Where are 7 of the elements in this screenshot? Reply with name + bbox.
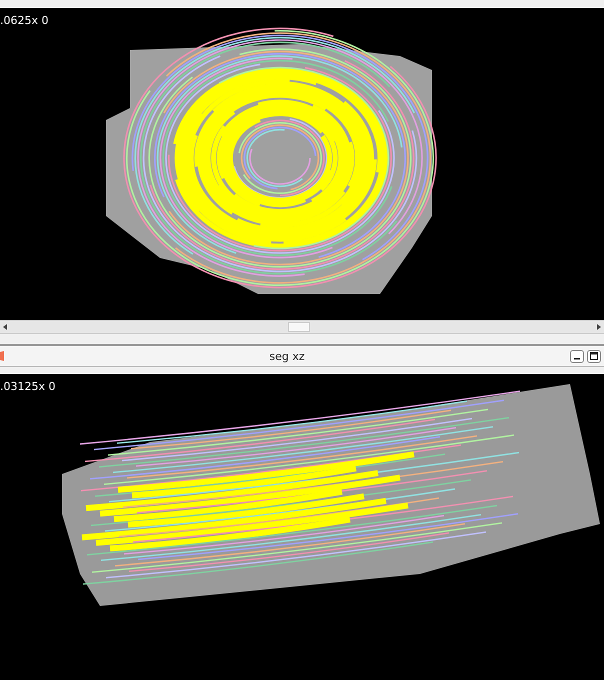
zoom-label: .0625x 0 <box>0 14 48 27</box>
maximize-icon <box>590 352 598 360</box>
window-title: seg xz <box>268 350 306 362</box>
zoom-label: .03125x 0 <box>0 380 56 393</box>
minimize-button[interactable] <box>570 350 584 362</box>
scrollbar-thumb[interactable] <box>288 322 310 332</box>
maximize-button[interactable] <box>587 350 601 362</box>
